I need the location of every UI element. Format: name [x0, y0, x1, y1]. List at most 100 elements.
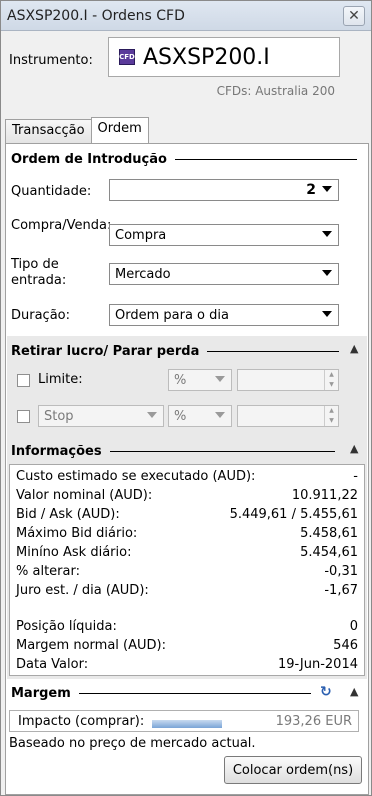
info-value: -0,31	[324, 564, 358, 579]
instrument-field[interactable]: CFD ASXSP200.I	[108, 37, 340, 77]
instrument-subtitle: CFDs: Australia 200	[216, 84, 335, 98]
info-label: Miníno Ask diário:	[16, 545, 132, 560]
window-title: ASXSP200.I - Ordens CFD	[7, 7, 185, 24]
take-profit-title: Retirar lucro/ Parar perda	[11, 344, 200, 359]
refresh-icon[interactable]: ↻	[320, 684, 332, 700]
info-value: 546	[333, 638, 358, 653]
info-value: -	[353, 469, 358, 484]
margin-note: Baseado no preço de mercado actual.	[9, 736, 256, 751]
info-label: Máximo Bid diário:	[16, 526, 138, 541]
info-row: Bid / Ask (AUD): 5.449,61 / 5.455,61	[16, 507, 358, 525]
collapse-icon[interactable]: ▲	[350, 442, 358, 455]
chevron-down-icon	[322, 311, 332, 317]
collapse-icon[interactable]: ▲	[350, 342, 358, 355]
info-value: 0	[349, 619, 358, 634]
order-window: ASXSP200.I - Ordens CFD ✕ Instrumento: C…	[0, 0, 372, 796]
info-value: -1,67	[324, 583, 358, 598]
info-label: Margem normal (AUD):	[16, 638, 166, 653]
buysell-value: Compra	[115, 227, 167, 243]
impact-label: Impacto (comprar):	[18, 713, 145, 729]
info-label: Custo estimado se executado (AUD):	[16, 469, 256, 484]
entry-type-label: Tipo de entrada:	[11, 257, 67, 288]
stop-checkbox[interactable]	[17, 410, 30, 423]
collapse-icon[interactable]: ▲	[350, 685, 358, 698]
divider	[207, 351, 340, 352]
title-bar: ASXSP200.I - Ordens CFD ✕	[1, 1, 371, 31]
tab-bar: Transacção Ordem	[5, 117, 149, 143]
chevron-down-icon	[215, 376, 225, 382]
margin-title: Margem	[11, 686, 71, 701]
entry-type-select[interactable]: Mercado	[109, 263, 339, 285]
info-value: 5.454,61	[300, 545, 358, 560]
info-row: Data Valor: 19-Jun-2014	[16, 657, 358, 675]
impact-value: 193,26 EUR	[275, 713, 352, 729]
spin-up-icon[interactable]: ▲	[325, 370, 338, 380]
quantity-value: 2	[306, 182, 316, 198]
divider	[174, 159, 357, 160]
chevron-down-icon	[322, 186, 332, 192]
info-row: Posição líquida: 0	[16, 619, 358, 637]
info-label: Bid / Ask (AUD):	[16, 507, 120, 522]
duration-value: Ordem para o dia	[115, 307, 229, 323]
cfd-icon: CFD	[119, 49, 135, 65]
entry-type-value: Mercado	[115, 266, 171, 282]
spin-down-icon[interactable]: ▼	[325, 380, 338, 390]
impact-progress-bar	[152, 720, 222, 728]
place-order-button[interactable]: Colocar ordem(ns)	[224, 756, 362, 784]
stop-type-select[interactable]: Stop	[38, 405, 164, 427]
info-value: 19-Jun-2014	[277, 657, 358, 672]
info-label: % alterar:	[16, 564, 80, 579]
tab-transaccao[interactable]: Transacção	[5, 119, 92, 143]
order-entry-title: Ordem de Introdução	[11, 152, 167, 167]
stop-type-value: Stop	[44, 408, 74, 424]
instrument-label: Instrumento:	[9, 53, 93, 68]
limit-unit-select[interactable]: %	[168, 369, 232, 391]
take-profit-heading: Retirar lucro/ Parar perda	[11, 344, 340, 359]
instrument-name: ASXSP200.I	[143, 44, 270, 70]
info-row: % alterar: -0,31	[16, 564, 358, 582]
info-label: Posição líquida:	[16, 619, 117, 634]
info-value: 5.458,61	[300, 526, 358, 541]
duration-select[interactable]: Ordem para o dia	[109, 304, 339, 326]
info-row: Custo estimado se executado (AUD): -	[16, 469, 358, 487]
stop-unit-select[interactable]: %	[168, 405, 232, 427]
spin-up-icon[interactable]: ▲	[325, 406, 338, 416]
info-value: 5.449,61 / 5.455,61	[229, 507, 358, 522]
info-title: Informações	[11, 444, 102, 459]
quantity-label: Quantidade:	[11, 184, 92, 199]
chevron-down-icon	[215, 412, 225, 418]
buysell-label: Compra/Venda:	[11, 218, 112, 233]
order-entry-heading: Ordem de Introdução	[11, 152, 357, 167]
divider	[109, 451, 335, 452]
info-label: Juro est. / dia (AUD):	[16, 583, 149, 598]
impact-field: Impacto (comprar): 193,26 EUR	[9, 710, 359, 732]
info-label: Valor nominal (AUD):	[16, 488, 153, 503]
divider	[78, 693, 311, 694]
chevron-down-icon	[322, 231, 332, 237]
info-table: Custo estimado se executado (AUD): - Valo…	[9, 464, 365, 676]
chevron-down-icon	[147, 412, 157, 418]
limit-label: Limite:	[38, 372, 83, 387]
limit-checkbox[interactable]	[17, 374, 30, 387]
info-row: Máximo Bid diário: 5.458,61	[16, 526, 358, 544]
info-row: Juro est. / dia (AUD): -1,67	[16, 583, 358, 601]
margin-heading: Margem	[11, 686, 311, 701]
duration-label: Duração:	[11, 308, 71, 323]
info-row: Margem normal (AUD): 546	[16, 638, 358, 656]
info-value: 10.911,22	[291, 488, 358, 503]
close-icon: ✕	[348, 7, 360, 24]
info-heading: Informações	[11, 444, 335, 459]
spin-down-icon[interactable]: ▼	[325, 416, 338, 426]
buysell-select[interactable]: Compra	[109, 224, 339, 246]
info-row: Valor nominal (AUD): 10.911,22	[16, 488, 358, 506]
tab-ordem[interactable]: Ordem	[90, 117, 149, 143]
limit-unit-value: %	[174, 372, 187, 388]
info-label: Data Valor:	[16, 657, 89, 672]
close-button[interactable]: ✕	[343, 5, 365, 26]
quantity-stepper[interactable]: 2	[109, 179, 339, 201]
order-panel: Ordem de Introdução Quantidade: 2 Compra…	[5, 143, 369, 795]
stop-value-stepper[interactable]: ▲ ▼	[237, 405, 339, 427]
info-row: Miníno Ask diário: 5.454,61	[16, 545, 358, 563]
limit-value-stepper[interactable]: ▲ ▼	[237, 369, 339, 391]
chevron-down-icon	[322, 270, 332, 276]
